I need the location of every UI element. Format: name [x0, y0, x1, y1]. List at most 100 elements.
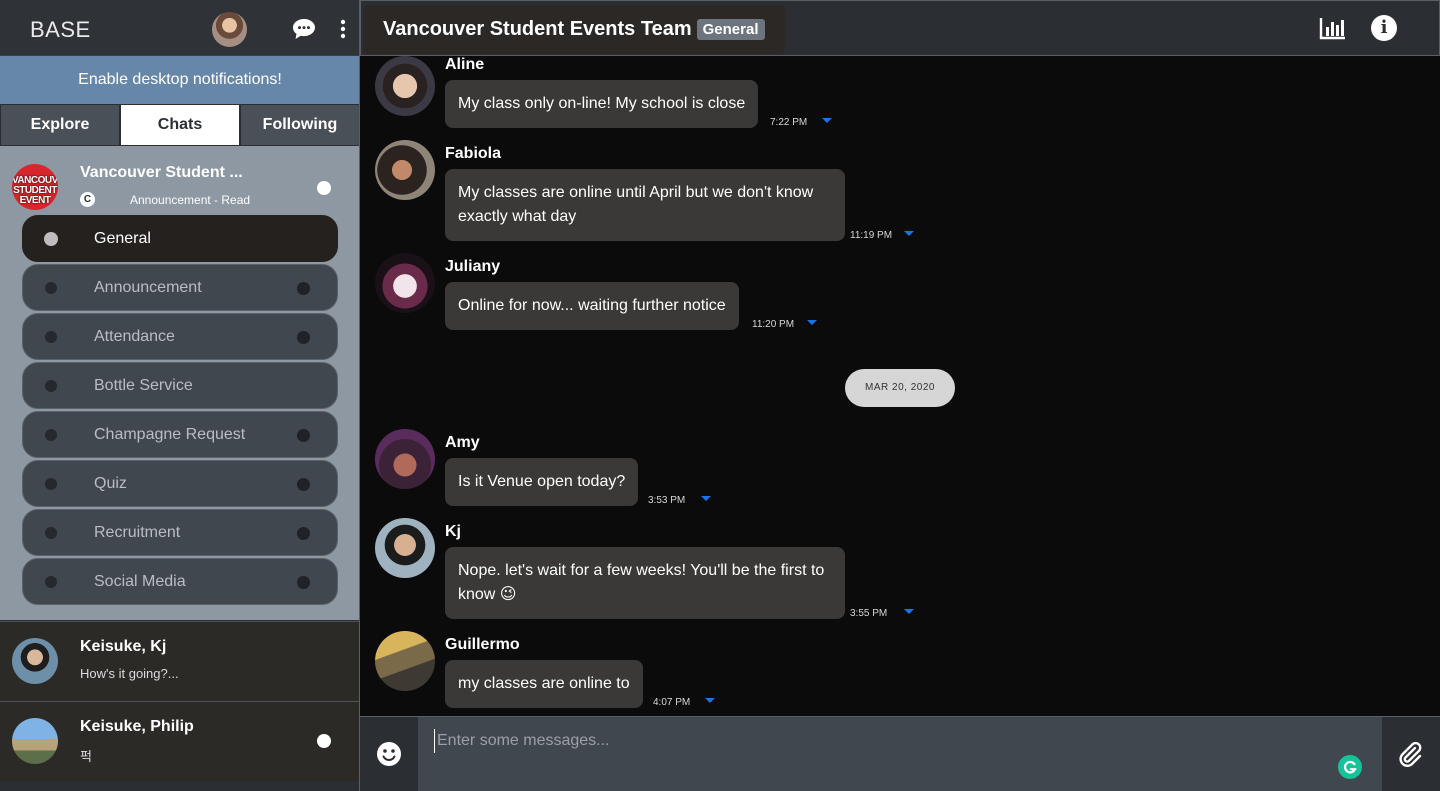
message-menu-caret-icon[interactable] — [701, 496, 711, 501]
chat-panel: Vancouver Student Events Team General i … — [360, 0, 1440, 791]
info-icon[interactable]: i — [1371, 15, 1397, 41]
channel-unread-indicator — [297, 331, 310, 344]
message-bubble[interactable]: my classes are online to — [445, 660, 643, 708]
channel-recruitment[interactable]: Recruitment — [22, 509, 338, 556]
message-author: Amy — [445, 434, 480, 451]
sidebar-tabs: Explore Chats Following — [0, 104, 359, 146]
dm-name: Keisuke, Philip — [80, 718, 194, 735]
channel-label: General — [94, 230, 151, 247]
channel-unread-indicator — [297, 576, 310, 589]
channel-dot-icon — [45, 282, 57, 294]
message-time: 7:22 PM — [770, 117, 808, 128]
channel-label: Social Media — [94, 573, 186, 590]
avatar[interactable] — [375, 429, 435, 489]
date-divider: MAR 20, 2020 — [845, 369, 955, 407]
avatar — [12, 638, 58, 684]
message-input-area[interactable] — [418, 717, 1382, 791]
tab-chats[interactable]: Chats — [120, 104, 240, 146]
avatar[interactable] — [375, 518, 435, 578]
channel-dot-icon — [45, 478, 57, 490]
message-menu-caret-icon[interactable] — [904, 231, 914, 236]
message-time: 11:19 PM — [850, 230, 893, 241]
group-logo-text: VANCOUVER STUDENT EVENT — [12, 175, 58, 206]
message-menu-caret-icon[interactable] — [904, 609, 914, 614]
channel-champagne-request[interactable]: Champagne Request — [22, 411, 338, 458]
channel-label: Recruitment — [94, 524, 181, 541]
group-name: Vancouver Student ... — [80, 164, 243, 181]
message-time: 4:07 PM — [653, 697, 691, 708]
chat-header: Vancouver Student Events Team General i — [360, 0, 1440, 56]
message-bubble[interactable]: Online for now... waiting further notice — [445, 282, 739, 330]
channel-dot-icon — [45, 380, 57, 392]
dm-preview: How's it going?... — [80, 666, 179, 681]
chat-title: Vancouver Student Events Team — [383, 18, 692, 40]
channel-quiz[interactable]: Quiz — [22, 460, 338, 507]
message-menu-caret-icon[interactable] — [807, 320, 817, 325]
chat-bubble-icon[interactable] — [292, 18, 316, 40]
unread-indicator — [317, 181, 331, 195]
channel-unread-indicator — [297, 429, 310, 442]
app-logo[interactable]: BASE — [30, 17, 91, 43]
channel-badge: General — [696, 19, 765, 40]
dm-keisuke-philip[interactable]: Keisuke, Philip 퍽 — [0, 701, 359, 781]
group-last-activity: Announcement - Read — [130, 193, 251, 207]
unread-indicator — [317, 734, 331, 748]
message-input[interactable] — [434, 729, 1334, 753]
emoji-icon[interactable] — [375, 740, 403, 768]
channel-bottle-service[interactable]: Bottle Service — [22, 362, 338, 409]
enable-notifications-banner[interactable]: Enable desktop notifications! — [0, 56, 359, 104]
grammarly-icon[interactable] — [1338, 755, 1362, 779]
channel-dot-icon — [45, 331, 57, 343]
chat-title-container: Vancouver Student Events Team General — [363, 5, 785, 54]
message-author: Guillermo — [445, 636, 520, 653]
channel-label: Champagne Request — [94, 426, 246, 443]
channel-label: Announcement — [94, 279, 202, 296]
message-time: 3:53 PM — [648, 495, 686, 506]
channel-label: Quiz — [94, 475, 127, 492]
tab-following[interactable]: Following — [240, 104, 359, 146]
dm-preview: 퍽 — [80, 749, 92, 764]
paperclip-icon[interactable] — [1396, 739, 1424, 769]
channel-dot-icon — [45, 527, 57, 539]
sidebar: BASE Enable desktop notifications! Explo… — [0, 0, 360, 791]
message-menu-caret-icon[interactable] — [822, 118, 832, 123]
message-list[interactable]: Aline My class only on-line! My school i… — [360, 56, 1440, 716]
message-bubble[interactable]: Nope. let's wait for a few weeks! You'll… — [445, 547, 845, 619]
channel-announcement[interactable]: Announcement — [22, 264, 338, 311]
message-composer — [360, 716, 1440, 791]
message-time: 11:20 PM — [752, 319, 795, 330]
message-bubble[interactable]: My class only on-line! My school is clos… — [445, 80, 759, 128]
message-menu-caret-icon[interactable] — [705, 698, 715, 703]
channel-attendance[interactable]: Attendance — [22, 313, 338, 360]
user-avatar[interactable] — [212, 12, 247, 47]
avatar[interactable] — [375, 56, 435, 116]
sidebar-top-bar: BASE — [0, 0, 359, 56]
avatar[interactable] — [375, 140, 435, 200]
dm-name: Keisuke, Kj — [80, 638, 167, 655]
group-chat-header[interactable]: VANCOUVER STUDENT EVENT Vancouver Studen… — [0, 146, 359, 214]
message-author: Fabiola — [445, 145, 502, 162]
channel-general[interactable]: General — [22, 215, 338, 262]
channel-label: Bottle Service — [94, 377, 193, 394]
channel-dot-icon — [45, 576, 57, 588]
channel-dot-icon — [44, 232, 58, 246]
channel-unread-indicator — [297, 527, 310, 540]
message-time: 3:55 PM — [850, 608, 888, 619]
channel-unread-indicator — [297, 282, 310, 295]
message-author: Aline — [445, 56, 485, 73]
channel-social-media[interactable]: Social Media — [22, 558, 338, 605]
avatar[interactable] — [375, 253, 435, 313]
dm-keisuke-kj[interactable]: Keisuke, Kj How's it going?... — [0, 621, 359, 701]
message-author: Juliany — [445, 258, 501, 275]
channel-dot-icon — [45, 429, 57, 441]
group-chat-section: VANCOUVER STUDENT EVENT Vancouver Studen… — [0, 146, 359, 620]
channel-unread-indicator — [297, 478, 310, 491]
bar-chart-icon[interactable] — [1319, 16, 1347, 40]
message-bubble[interactable]: My classes are online until April but we… — [445, 169, 845, 241]
message-bubble[interactable]: Is it Venue open today? — [445, 458, 639, 506]
avatar — [12, 718, 58, 764]
avatar[interactable] — [375, 631, 435, 691]
kebab-menu-icon[interactable] — [336, 18, 350, 40]
tab-explore[interactable]: Explore — [0, 104, 120, 146]
channel-label: Attendance — [94, 328, 175, 345]
